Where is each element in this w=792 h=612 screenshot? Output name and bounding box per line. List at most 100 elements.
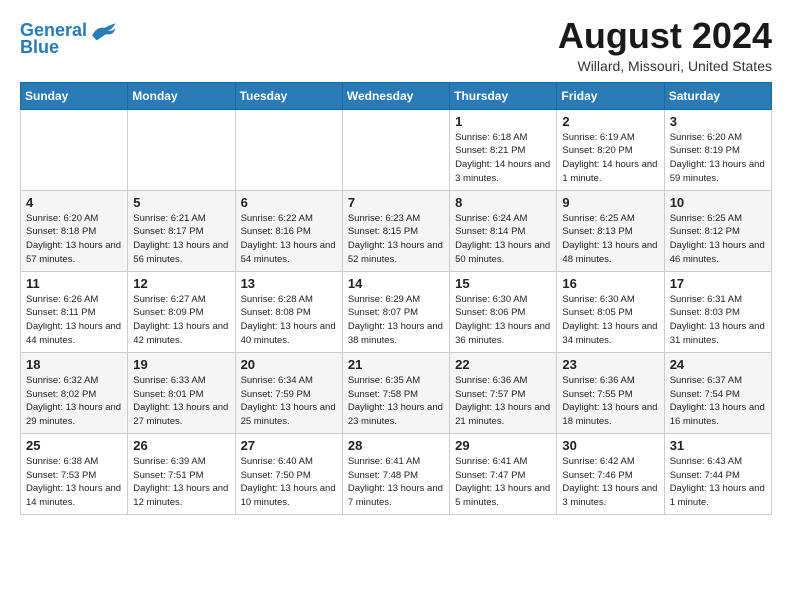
calendar-cell: 3 Sunrise: 6:20 AM Sunset: 8:19 PM Daylig… (664, 109, 771, 190)
calendar-cell: 21 Sunrise: 6:35 AM Sunset: 7:58 PM Dayli… (342, 352, 449, 433)
day-number: 26 (133, 438, 229, 453)
month-title: August 2024 (558, 16, 772, 56)
weekday-header-saturday: Saturday (664, 82, 771, 109)
day-number: 5 (133, 195, 229, 210)
day-number: 6 (241, 195, 337, 210)
day-number: 17 (670, 276, 766, 291)
calendar-cell: 4 Sunrise: 6:20 AM Sunset: 8:18 PM Daylig… (21, 190, 128, 271)
calendar-cell: 25 Sunrise: 6:38 AM Sunset: 7:53 PM Dayli… (21, 433, 128, 514)
day-number: 12 (133, 276, 229, 291)
day-number: 15 (455, 276, 551, 291)
page-container: General Blue August 2024 Willard, Missou… (0, 0, 792, 525)
day-info: Sunrise: 6:20 AM Sunset: 8:18 PM Dayligh… (26, 212, 122, 267)
weekday-header-row: SundayMondayTuesdayWednesdayThursdayFrid… (21, 82, 772, 109)
day-info: Sunrise: 6:32 AM Sunset: 8:02 PM Dayligh… (26, 374, 122, 429)
day-info: Sunrise: 6:25 AM Sunset: 8:13 PM Dayligh… (562, 212, 658, 267)
day-number: 7 (348, 195, 444, 210)
calendar-cell: 24Sunrise: 6:37 AM Sunset: 7:54 PM Dayli… (664, 352, 771, 433)
calendar-cell: 22 Sunrise: 6:36 AM Sunset: 7:57 PM Dayli… (450, 352, 557, 433)
day-number: 11 (26, 276, 122, 291)
day-number: 20 (241, 357, 337, 372)
day-info: Sunrise: 6:41 AM Sunset: 7:47 PM Dayligh… (455, 455, 551, 510)
day-number: 30 (562, 438, 658, 453)
day-number: 24 (670, 357, 766, 372)
calendar-cell: 29 Sunrise: 6:41 AM Sunset: 7:47 PM Dayli… (450, 433, 557, 514)
calendar-cell: 11Sunrise: 6:26 AM Sunset: 8:11 PM Dayli… (21, 271, 128, 352)
calendar-week-2: 4 Sunrise: 6:20 AM Sunset: 8:18 PM Daylig… (21, 190, 772, 271)
day-info: Sunrise: 6:36 AM Sunset: 7:57 PM Dayligh… (455, 374, 551, 429)
day-info: Sunrise: 6:25 AM Sunset: 8:12 PM Dayligh… (670, 212, 766, 267)
day-number: 4 (26, 195, 122, 210)
day-info: Sunrise: 6:38 AM Sunset: 7:53 PM Dayligh… (26, 455, 122, 510)
day-info: Sunrise: 6:40 AM Sunset: 7:50 PM Dayligh… (241, 455, 337, 510)
weekday-header-friday: Friday (557, 82, 664, 109)
day-number: 10 (670, 195, 766, 210)
logo-bird-icon (89, 20, 117, 42)
day-info: Sunrise: 6:20 AM Sunset: 8:19 PM Dayligh… (670, 131, 766, 186)
day-info: Sunrise: 6:23 AM Sunset: 8:15 PM Dayligh… (348, 212, 444, 267)
calendar-cell: 17 Sunrise: 6:31 AM Sunset: 8:03 PM Dayli… (664, 271, 771, 352)
location: Willard, Missouri, United States (558, 58, 772, 74)
day-number: 29 (455, 438, 551, 453)
day-number: 27 (241, 438, 337, 453)
calendar-cell: 8 Sunrise: 6:24 AM Sunset: 8:14 PM Daylig… (450, 190, 557, 271)
day-number: 25 (26, 438, 122, 453)
day-info: Sunrise: 6:21 AM Sunset: 8:17 PM Dayligh… (133, 212, 229, 267)
day-info: Sunrise: 6:39 AM Sunset: 7:51 PM Dayligh… (133, 455, 229, 510)
weekday-header-thursday: Thursday (450, 82, 557, 109)
calendar-cell: 5 Sunrise: 6:21 AM Sunset: 8:17 PM Daylig… (128, 190, 235, 271)
calendar-cell: 26 Sunrise: 6:39 AM Sunset: 7:51 PM Dayli… (128, 433, 235, 514)
day-info: Sunrise: 6:41 AM Sunset: 7:48 PM Dayligh… (348, 455, 444, 510)
calendar-cell: 9Sunrise: 6:25 AM Sunset: 8:13 PM Daylig… (557, 190, 664, 271)
calendar-cell: 30 Sunrise: 6:42 AM Sunset: 7:46 PM Dayli… (557, 433, 664, 514)
weekday-header-tuesday: Tuesday (235, 82, 342, 109)
logo: General Blue (20, 20, 117, 58)
day-number: 19 (133, 357, 229, 372)
day-info: Sunrise: 6:35 AM Sunset: 7:58 PM Dayligh… (348, 374, 444, 429)
calendar-cell (21, 109, 128, 190)
calendar-cell (342, 109, 449, 190)
day-number: 22 (455, 357, 551, 372)
calendar-cell: 14Sunrise: 6:29 AM Sunset: 8:07 PM Dayli… (342, 271, 449, 352)
calendar-cell: 10 Sunrise: 6:25 AM Sunset: 8:12 PM Dayli… (664, 190, 771, 271)
day-number: 31 (670, 438, 766, 453)
calendar-week-5: 25 Sunrise: 6:38 AM Sunset: 7:53 PM Dayli… (21, 433, 772, 514)
day-number: 13 (241, 276, 337, 291)
day-number: 2 (562, 114, 658, 129)
calendar-cell: 23 Sunrise: 6:36 AM Sunset: 7:55 PM Dayli… (557, 352, 664, 433)
day-number: 3 (670, 114, 766, 129)
title-block: August 2024 Willard, Missouri, United St… (558, 16, 772, 74)
calendar-cell (235, 109, 342, 190)
day-number: 18 (26, 357, 122, 372)
weekday-header-sunday: Sunday (21, 82, 128, 109)
calendar-cell: 18 Sunrise: 6:32 AM Sunset: 8:02 PM Dayli… (21, 352, 128, 433)
weekday-header-wednesday: Wednesday (342, 82, 449, 109)
day-info: Sunrise: 6:22 AM Sunset: 8:16 PM Dayligh… (241, 212, 337, 267)
calendar-cell (128, 109, 235, 190)
day-info: Sunrise: 6:24 AM Sunset: 8:14 PM Dayligh… (455, 212, 551, 267)
day-info: Sunrise: 6:42 AM Sunset: 7:46 PM Dayligh… (562, 455, 658, 510)
day-info: Sunrise: 6:33 AM Sunset: 8:01 PM Dayligh… (133, 374, 229, 429)
day-info: Sunrise: 6:36 AM Sunset: 7:55 PM Dayligh… (562, 374, 658, 429)
calendar-cell: 15Sunrise: 6:30 AM Sunset: 8:06 PM Dayli… (450, 271, 557, 352)
calendar-cell: 20 Sunrise: 6:34 AM Sunset: 7:59 PM Dayli… (235, 352, 342, 433)
header: General Blue August 2024 Willard, Missou… (20, 16, 772, 74)
day-number: 1 (455, 114, 551, 129)
day-info: Sunrise: 6:18 AM Sunset: 8:21 PM Dayligh… (455, 131, 551, 186)
calendar-table: SundayMondayTuesdayWednesdayThursdayFrid… (20, 82, 772, 515)
weekday-header-monday: Monday (128, 82, 235, 109)
calendar-week-1: 1 Sunrise: 6:18 AM Sunset: 8:21 PM Daylig… (21, 109, 772, 190)
calendar-cell: 28Sunrise: 6:41 AM Sunset: 7:48 PM Dayli… (342, 433, 449, 514)
day-number: 8 (455, 195, 551, 210)
calendar-cell: 16 Sunrise: 6:30 AM Sunset: 8:05 PM Dayli… (557, 271, 664, 352)
day-info: Sunrise: 6:28 AM Sunset: 8:08 PM Dayligh… (241, 293, 337, 348)
day-number: 21 (348, 357, 444, 372)
calendar-cell: 27 Sunrise: 6:40 AM Sunset: 7:50 PM Dayli… (235, 433, 342, 514)
day-number: 16 (562, 276, 658, 291)
logo-text2: Blue (20, 38, 59, 58)
calendar-cell: 19 Sunrise: 6:33 AM Sunset: 8:01 PM Dayli… (128, 352, 235, 433)
day-info: Sunrise: 6:31 AM Sunset: 8:03 PM Dayligh… (670, 293, 766, 348)
day-info: Sunrise: 6:30 AM Sunset: 8:05 PM Dayligh… (562, 293, 658, 348)
day-number: 23 (562, 357, 658, 372)
day-info: Sunrise: 6:34 AM Sunset: 7:59 PM Dayligh… (241, 374, 337, 429)
